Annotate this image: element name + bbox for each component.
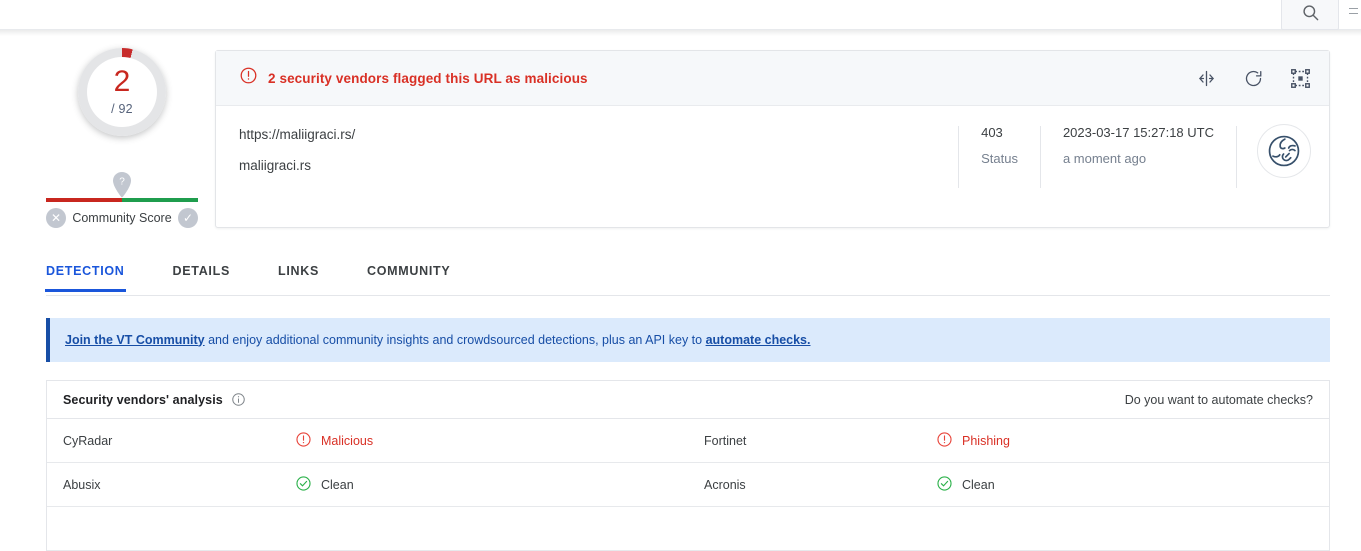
search-button[interactable] xyxy=(1281,0,1339,30)
vendor-verdict-text: Clean xyxy=(962,477,995,492)
security-vendors-table: Security vendors' analysis Do you want t… xyxy=(46,380,1330,551)
status-label: Status xyxy=(981,151,1018,167)
community-banner-text: Join the VT Community and enjoy addition… xyxy=(65,333,811,348)
community-downvote-icon[interactable]: ✕ xyxy=(46,208,66,228)
status-column: 403 Status xyxy=(958,125,1040,188)
vendor-verdict: Clean xyxy=(295,475,354,495)
vendor-name[interactable]: CyRadar xyxy=(63,434,295,448)
vendor-verdict-text: Clean xyxy=(321,477,354,492)
community-score-row: ✕ Community Score ✓ xyxy=(46,205,198,231)
vendor-name[interactable]: Abusix xyxy=(63,478,295,492)
verdict-header: 2 security vendors flagged this URL as m… xyxy=(216,51,1329,106)
tab-details[interactable]: DETAILS xyxy=(173,258,230,291)
url-block: https://maliigraci.rs/ maliigraci.rs xyxy=(239,127,355,174)
info-icon[interactable] xyxy=(231,392,246,407)
clean-icon xyxy=(295,475,312,495)
reanalyze-icon[interactable] xyxy=(1243,68,1264,89)
detection-gauge: 2 / 92 xyxy=(78,48,166,136)
automate-checks-link[interactable]: automate checks. xyxy=(706,333,811,347)
scan-date: 2023-03-17 15:27:18 UTC xyxy=(1062,125,1214,140)
scanned-url[interactable]: https://maliigraci.rs/ xyxy=(239,127,355,143)
vendor-cell: Acronis Clean xyxy=(688,463,1329,506)
report-tabs: DETECTION DETAILS LINKS COMMUNITY xyxy=(45,258,1330,296)
community-upvote-icon[interactable]: ✓ xyxy=(178,208,198,228)
vendor-verdict: Clean xyxy=(936,475,995,495)
vendor-verdict-text: Phishing xyxy=(962,433,1010,448)
tab-community[interactable]: COMMUNITY xyxy=(367,258,450,291)
vendor-cell: CyRadar Malicious xyxy=(47,419,688,462)
url-globe-icon xyxy=(1257,124,1311,178)
card-actions xyxy=(1196,51,1311,106)
community-bar-positive xyxy=(122,198,198,202)
top-bar xyxy=(0,0,1361,30)
scanned-domain[interactable]: maliigraci.rs xyxy=(239,158,355,174)
card-metadata: 403 Status 2023-03-17 15:27:18 UTC a mom… xyxy=(958,124,1311,188)
gauge-center: 2 / 92 xyxy=(87,57,157,127)
table-row: Abusix Clean Acronis Clean xyxy=(47,463,1329,507)
community-bar-negative xyxy=(46,198,122,202)
engine-total: / 92 xyxy=(111,101,133,116)
url-report-card: 2 security vendors flagged this URL as m… xyxy=(215,50,1330,228)
focus-icon[interactable] xyxy=(1290,68,1311,89)
svg-text:?: ? xyxy=(119,177,125,188)
vendor-name[interactable]: Acronis xyxy=(704,478,936,492)
vendor-cell: Abusix Clean xyxy=(47,463,688,506)
join-community-link[interactable]: Join the VT Community xyxy=(65,333,205,347)
search-icon xyxy=(1301,3,1320,22)
vendor-cell xyxy=(47,507,688,550)
scan-relative-time: a moment ago xyxy=(1062,151,1147,167)
banner-middle-text: and enjoy additional community insights … xyxy=(204,332,706,347)
card-body: https://maliigraci.rs/ maliigraci.rs 403… xyxy=(216,106,1329,227)
vendor-verdict-text: Malicious xyxy=(321,433,374,448)
status-code: 403 xyxy=(981,125,1003,140)
community-score-bar xyxy=(46,198,198,202)
verdict-block: 2 security vendors flagged this URL as m… xyxy=(239,66,588,90)
vendor-verdict: Malicious xyxy=(295,431,373,451)
score-column: 2 / 92 ? ✕ Community Score ✓ xyxy=(46,40,198,228)
verdict-text: 2 security vendors flagged this URL as m… xyxy=(268,70,588,86)
overflow-menu-icon[interactable] xyxy=(1347,0,1359,22)
vendor-cell xyxy=(688,507,1329,550)
compare-icon[interactable] xyxy=(1196,68,1217,89)
top-bar-shadow xyxy=(0,30,1361,36)
tab-detection[interactable]: DETECTION xyxy=(45,258,126,292)
vendor-name[interactable]: Fortinet xyxy=(704,434,936,448)
community-score-label: Community Score xyxy=(72,211,172,225)
malicious-icon xyxy=(936,431,953,451)
table-row: CyRadar Malicious Fortinet Phishing xyxy=(47,419,1329,463)
community-banner: Join the VT Community and enjoy addition… xyxy=(46,318,1330,362)
date-column: 2023-03-17 15:27:18 UTC a moment ago xyxy=(1039,125,1237,188)
tab-links[interactable]: LINKS xyxy=(278,258,319,291)
automate-checks-prompt[interactable]: Do you want to automate checks? xyxy=(1125,393,1313,407)
clean-icon xyxy=(936,475,953,495)
vendor-cell: Fortinet Phishing xyxy=(688,419,1329,462)
table-row xyxy=(47,507,1329,551)
alert-circle-icon xyxy=(239,66,258,90)
detection-count: 2 xyxy=(113,64,131,98)
vendors-table-title: Security vendors' analysis xyxy=(63,392,223,407)
malicious-icon xyxy=(295,431,312,451)
vendors-table-header: Security vendors' analysis Do you want t… xyxy=(47,381,1329,419)
vendor-verdict: Phishing xyxy=(936,431,1010,451)
